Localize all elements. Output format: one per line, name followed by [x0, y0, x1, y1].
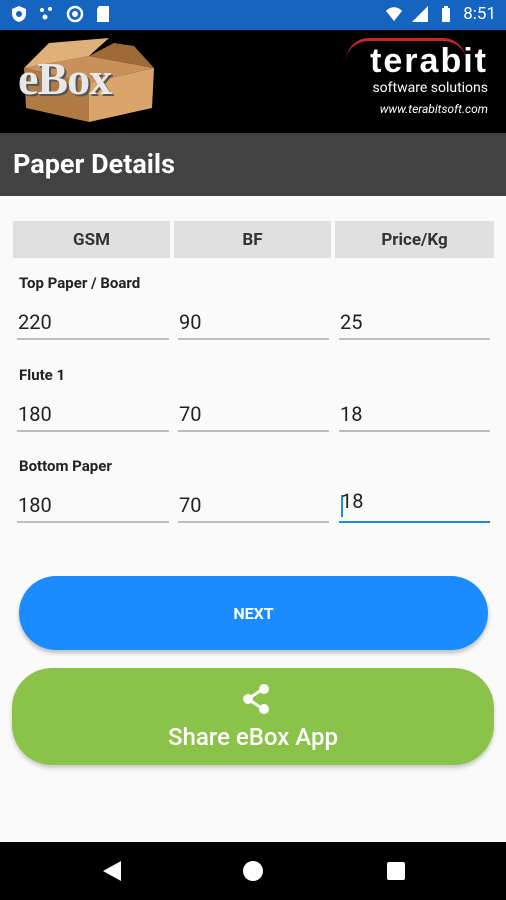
- header-banner: eBox terabit software solutions www.tera…: [0, 30, 506, 133]
- column-header-price: Price/Kg: [335, 221, 494, 258]
- battery-icon: [442, 6, 451, 22]
- top-paper-price-input[interactable]: 25: [339, 306, 490, 340]
- company-url: www.terabitsoft.com: [379, 102, 488, 116]
- next-button[interactable]: NEXT: [19, 576, 488, 650]
- status-bar: 8:51: [0, 0, 506, 30]
- row-label-top-paper: Top Paper / Board: [19, 274, 141, 292]
- bottom-paper-price-input[interactable]: 18: [339, 489, 490, 523]
- navigation-bar: [0, 842, 506, 900]
- field-value: 180: [18, 493, 52, 517]
- shield-icon: [12, 6, 26, 22]
- bottom-paper-bf-input[interactable]: 70: [178, 489, 329, 523]
- field-value: 70: [179, 493, 202, 517]
- circle-icon: [66, 5, 84, 23]
- flute-1-bf-input[interactable]: 70: [178, 398, 329, 432]
- bottom-paper-gsm-input[interactable]: 180: [17, 489, 169, 523]
- share-app-button[interactable]: Share eBox App: [12, 668, 494, 765]
- row-label-flute-1: Flute 1: [19, 366, 66, 384]
- signal-icon: [412, 6, 429, 22]
- page-title: Paper Details: [13, 148, 175, 180]
- top-paper-bf-input[interactable]: 90: [178, 306, 329, 340]
- field-value: 18: [340, 402, 363, 426]
- recents-icon[interactable]: [386, 861, 406, 881]
- flute-1-price-input[interactable]: 18: [339, 398, 490, 432]
- flute-1-gsm-input[interactable]: 180: [17, 398, 169, 432]
- row-label-bottom-paper: Bottom Paper: [19, 457, 112, 475]
- back-icon[interactable]: [101, 859, 123, 883]
- field-value: 70: [179, 402, 202, 426]
- app-logo: eBox: [18, 53, 112, 104]
- share-button-label: Share eBox App: [168, 723, 338, 751]
- title-bar: Paper Details: [0, 133, 506, 196]
- company-name: terabit: [370, 42, 488, 80]
- dots-icon: [40, 7, 52, 20]
- column-header-gsm: GSM: [13, 221, 170, 258]
- field-value: 18: [341, 489, 364, 513]
- share-icon: [243, 684, 269, 714]
- company-logo: terabit software solutions www.terabitso…: [328, 44, 488, 116]
- field-value: 25: [340, 310, 363, 334]
- company-tagline: software solutions: [372, 80, 488, 96]
- home-icon[interactable]: [242, 860, 264, 882]
- column-header-bf: BF: [174, 221, 331, 258]
- sd-card-icon: [97, 6, 109, 22]
- status-time: 8:51: [463, 4, 496, 24]
- field-value: 90: [179, 310, 202, 334]
- wifi-icon: [386, 7, 403, 21]
- top-paper-gsm-input[interactable]: 220: [17, 306, 169, 340]
- field-value: 220: [18, 310, 52, 334]
- field-value: 180: [18, 402, 52, 426]
